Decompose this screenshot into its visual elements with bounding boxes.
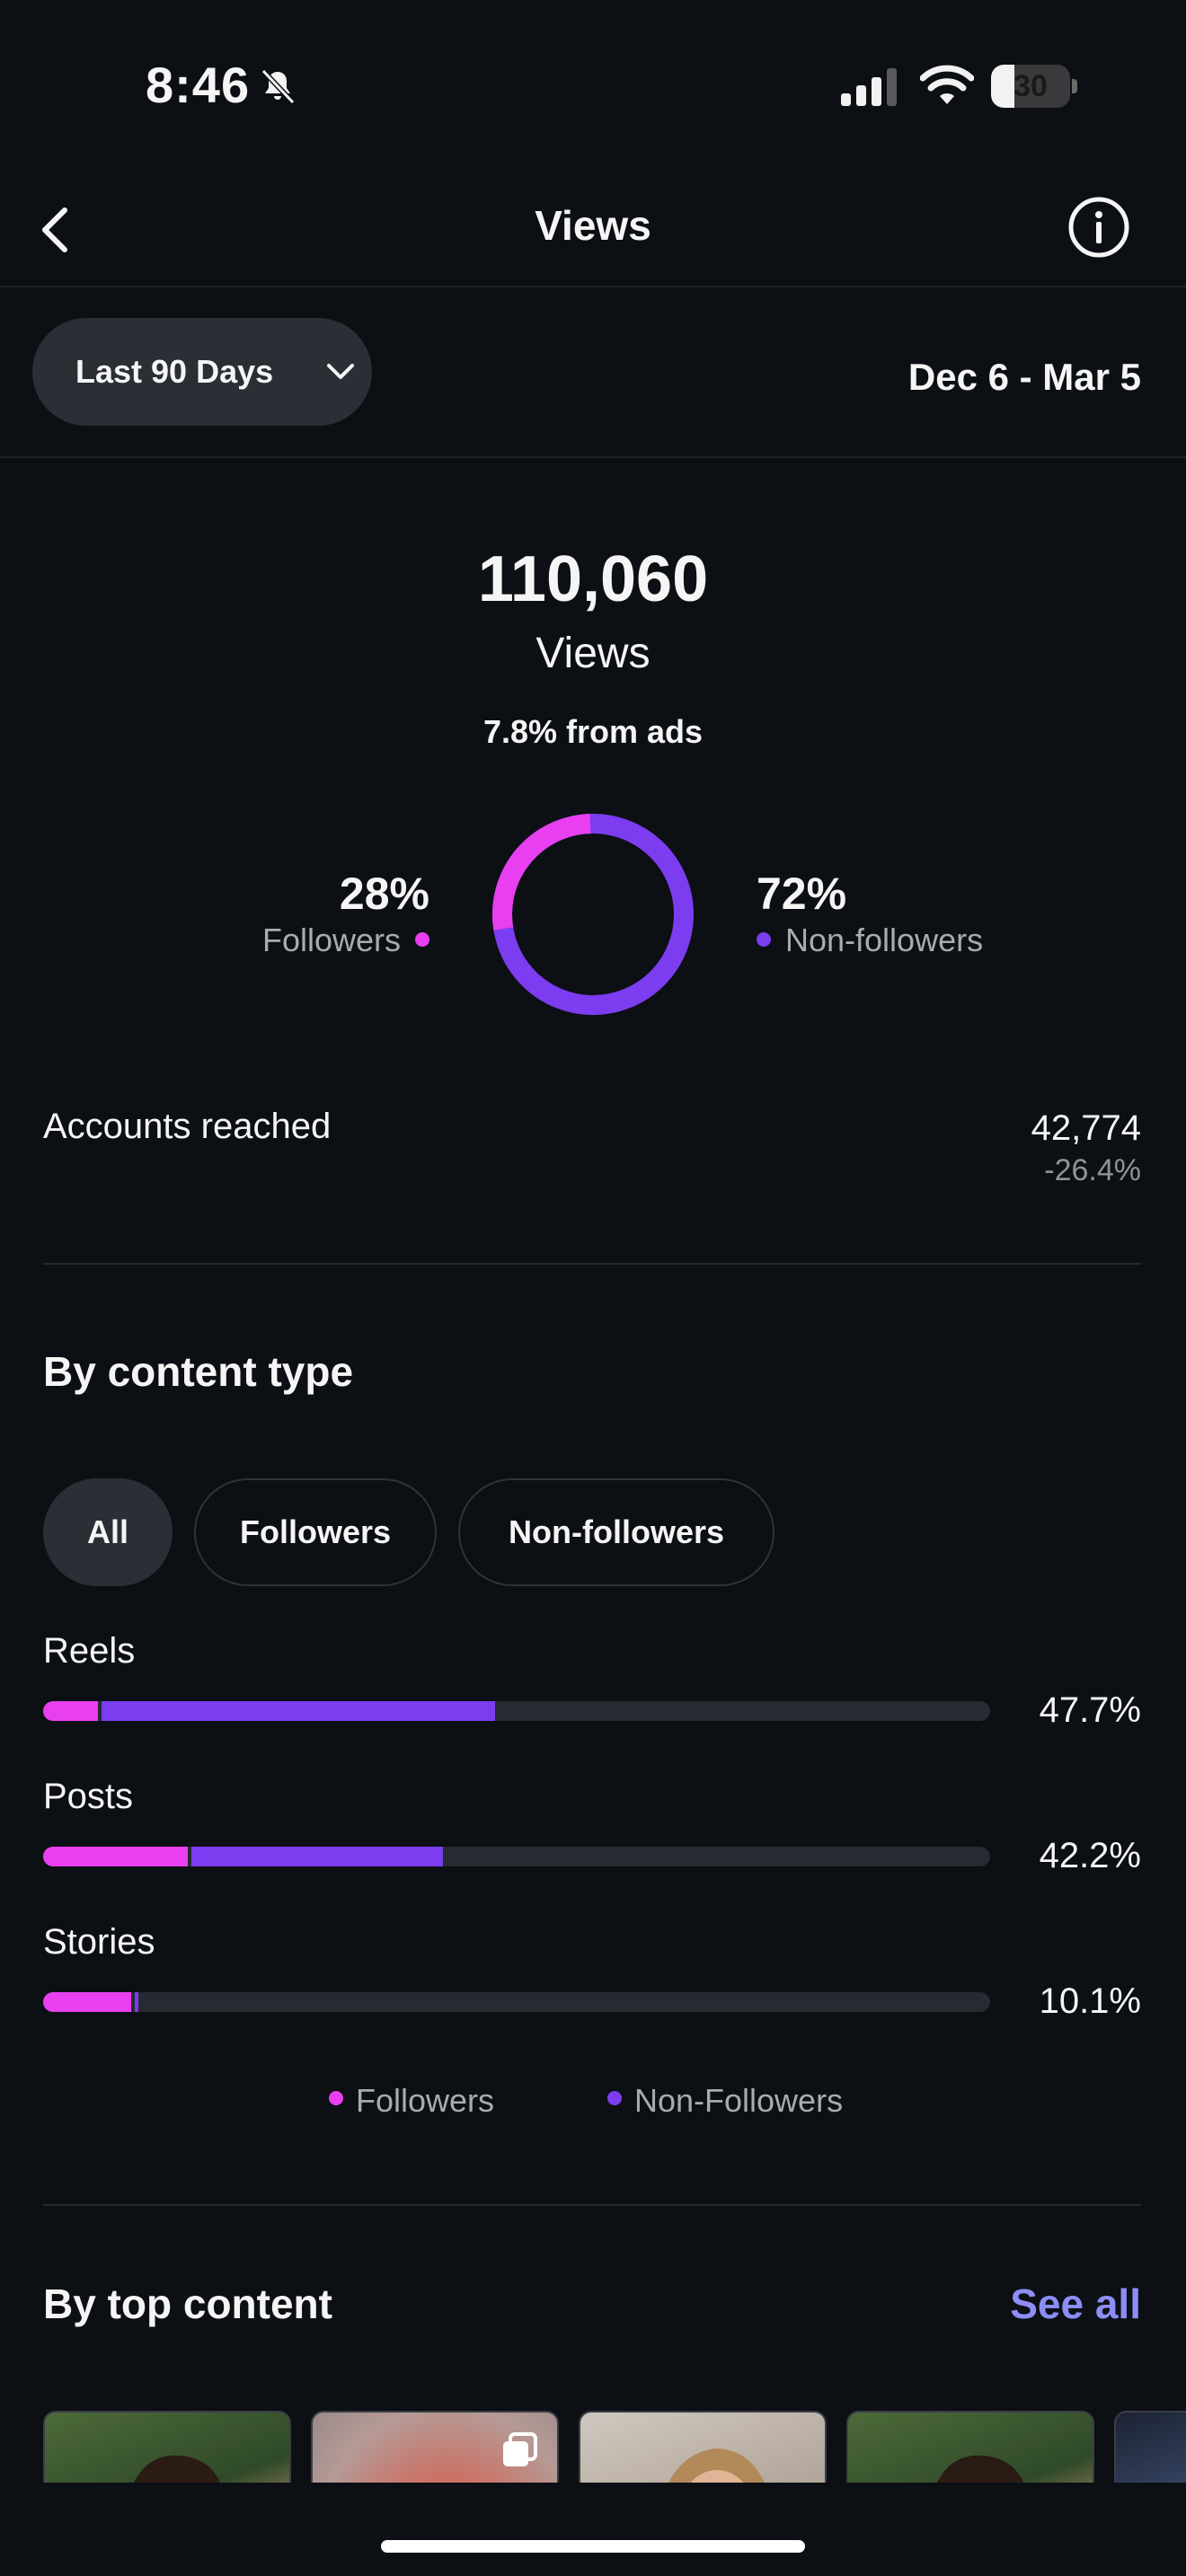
followers-percent: 28% <box>339 869 429 919</box>
legend-nonfollowers-label: Non-Followers <box>634 2082 844 2119</box>
legend-followers-dot <box>329 2091 343 2105</box>
bell-slash-icon <box>261 68 296 105</box>
battery-level-text: 30 <box>1013 69 1048 103</box>
stories-percent: 10.1% <box>1039 1981 1141 2021</box>
divider <box>43 1263 1141 1265</box>
total-views-label: Views <box>535 630 651 677</box>
reels-percent: 47.7% <box>1039 1690 1141 1730</box>
status-time: 8:46 <box>146 57 251 113</box>
bottom-fade <box>0 2483 1186 2576</box>
donut-followers-arc <box>492 814 694 1015</box>
stories-nonfollowers-segment <box>135 1992 139 2012</box>
posts-nonfollowers-segment <box>191 1847 443 1866</box>
date-range-text: Dec 6 - Mar 5 <box>907 356 1141 398</box>
reels-nonfollowers-segment <box>102 1701 495 1721</box>
content-type-title: By content type <box>43 1348 354 1395</box>
posts-bar <box>43 1847 990 1866</box>
accounts-reached-change: -26.4% <box>1044 1153 1141 1187</box>
legend-followers-label: Followers <box>356 2082 495 2119</box>
followers-dot <box>415 932 429 947</box>
carousel-icon <box>503 2432 537 2466</box>
stories-followers-segment <box>43 1992 132 2012</box>
posts-label: Posts <box>43 1777 134 1816</box>
posts-followers-segment <box>43 1847 189 1866</box>
battery-icon: 30 <box>991 65 1077 108</box>
nav-bar: Views <box>0 171 1186 287</box>
chip-all[interactable]: All <box>43 1478 173 1586</box>
chip-nonfollowers[interactable]: Non-followers <box>458 1478 774 1586</box>
nonfollowers-percent: 72% <box>757 869 847 919</box>
page-title: Views <box>535 202 651 249</box>
posts-percent: 42.2% <box>1039 1836 1141 1875</box>
followers-donut-chart <box>492 814 694 1015</box>
top-content-title: By top content <box>43 2280 332 2327</box>
home-indicator[interactable] <box>381 2540 805 2553</box>
date-range-dropdown[interactable]: Last 90 Days <box>32 318 372 426</box>
followers-label: Followers <box>261 922 401 958</box>
chevron-down-icon <box>327 364 354 379</box>
ads-share-text: 7.8% from ads <box>482 713 704 750</box>
total-views-value: 110,060 <box>477 543 709 615</box>
reels-label: Reels <box>43 1631 136 1671</box>
status-bar: 8:46 30 <box>0 0 1186 171</box>
reels-followers-segment <box>43 1701 99 1721</box>
chip-followers[interactable]: Followers <box>194 1478 437 1586</box>
info-icon[interactable] <box>1066 194 1132 260</box>
accounts-reached-label: Accounts reached <box>43 1107 332 1146</box>
nonfollowers-dot <box>757 932 771 947</box>
stories-label: Stories <box>43 1922 155 1962</box>
divider <box>43 2204 1141 2206</box>
stories-bar <box>43 1992 990 2012</box>
nonfollowers-label: Non-followers <box>785 922 984 958</box>
legend-nonfollowers-dot <box>607 2091 622 2105</box>
reels-bar <box>43 1701 990 1721</box>
filter-bar: Last 90 Days Dec 6 - Mar 5 <box>0 287 1186 458</box>
cellular-signal-icon <box>841 68 897 106</box>
see-all-link[interactable]: See all <box>1010 2280 1141 2328</box>
date-range-dropdown-label: Last 90 Days <box>75 353 274 390</box>
wifi-icon <box>920 65 974 104</box>
accounts-reached-value: 42,774 <box>1031 1108 1141 1148</box>
